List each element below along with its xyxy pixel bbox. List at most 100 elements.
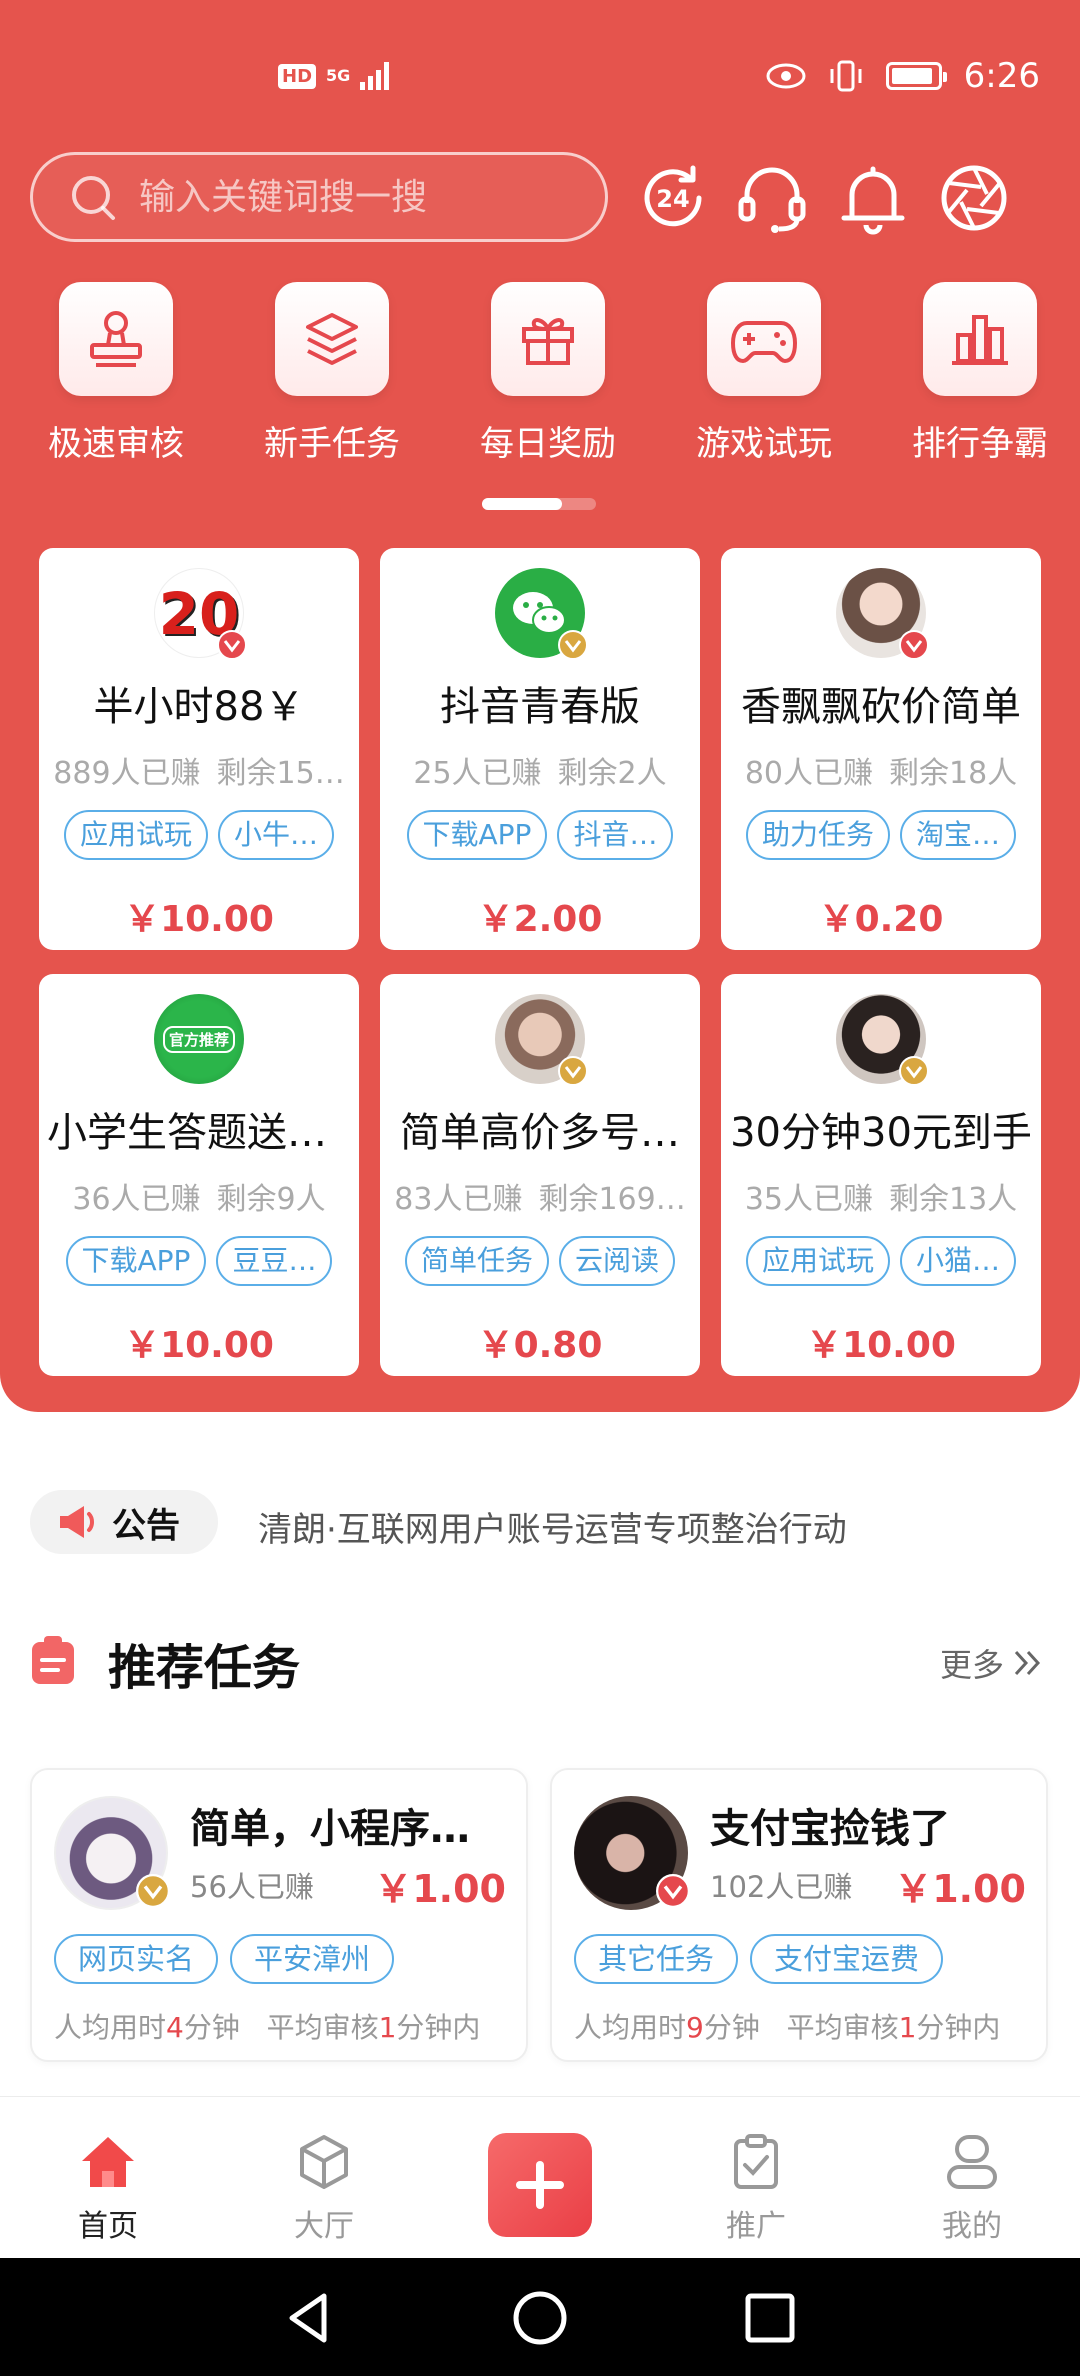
task-stats: 889人已赚 剩余15… [53, 756, 345, 791]
category-label: 排行争霸 [912, 424, 1048, 464]
tag: 应用试玩 [63, 810, 208, 860]
eye-icon [766, 63, 806, 89]
gamepad-icon [707, 282, 821, 396]
task-price: ￥0.80 [477, 1325, 603, 1366]
tag: 下载APP [65, 1236, 207, 1286]
task-title: 半小时88￥ [93, 684, 305, 730]
official-recommend-icon: 官方推荐 [154, 994, 244, 1084]
task-card[interactable]: 官方推荐 小学生答题送5… 36人已赚 剩余9人 下载APP 豆豆… ￥10.00 [39, 974, 359, 1376]
task-tags: 应用试玩 小牛… [39, 810, 359, 860]
task-tags: 下载APP 抖音… [380, 810, 700, 860]
tab-label: 大厅 [294, 2209, 354, 2244]
status-bar-left: HD 5G [278, 48, 390, 104]
task-tags: 简单任务 云阅读 [380, 1236, 700, 1286]
category-ranking[interactable]: 排行争霸 [905, 282, 1055, 465]
bar-chart-icon [923, 282, 1037, 396]
verified-badge-icon [558, 1056, 588, 1086]
task-price: ￥1.00 [894, 1867, 1026, 1911]
task-title: 支付宝捡钱了 [710, 1806, 950, 1852]
tag: 简单任务 [404, 1236, 549, 1286]
plus-icon [516, 2161, 564, 2209]
layers-icon [275, 282, 389, 396]
category-fast-review[interactable]: 极速审核 [41, 282, 191, 465]
section-title: 推荐任务 [108, 1640, 301, 1696]
verified-badge-icon [656, 1874, 690, 1908]
category-game-trial[interactable]: 游戏试玩 [689, 282, 839, 465]
task-timing: 人均用时4分钟 平均审核1分钟内 [54, 2011, 481, 2044]
user-icon [947, 2135, 997, 2189]
task-tags: 助力任务 淘宝… [721, 810, 1041, 860]
task-card[interactable]: 30分钟30元到手 35人已赚 剩余13人 应用试玩 小猫… ￥10.00 [721, 974, 1041, 1376]
category-daily-reward[interactable]: 每日奖励 [473, 282, 623, 465]
category-label: 游戏试玩 [696, 424, 832, 464]
headset-icon[interactable] [732, 158, 812, 238]
announcement-text[interactable]: 清朗·互联网用户账号运营专项整治行动 [258, 1502, 847, 1551]
task-card[interactable]: 抖音青春版 25人已赚 剩余2人 下载APP 抖音… ￥2.00 [380, 548, 700, 950]
network-type: 5G [326, 66, 351, 85]
bottom-tab-bar: 首页 大厅 推广 我的 [0, 2096, 1080, 2256]
task-card[interactable]: 香飘飘砍价简单 80人已赚 剩余18人 助力任务 淘宝… ￥0.20 [721, 548, 1041, 950]
task-card[interactable]: 简单高价多号… 83人已赚 剩余169… 简单任务 云阅读 ￥0.80 [380, 974, 700, 1376]
recents-icon[interactable] [740, 2288, 800, 2348]
tag: 平安漳州 [230, 1934, 395, 1984]
clock: 6:26 [963, 56, 1040, 96]
task-stats: 83人已赚 剩余169… [394, 1182, 686, 1217]
category-newbie-tasks[interactable]: 新手任务 [257, 282, 407, 465]
home-icon [82, 2137, 134, 2187]
tab-label: 首页 [78, 2209, 138, 2244]
hd-indicator: HD [278, 63, 317, 89]
tag: 豆豆… [216, 1236, 333, 1286]
tag: 下载APP [406, 810, 548, 860]
shutter-icon[interactable] [934, 158, 1014, 238]
system-nav-bar [0, 2258, 1080, 2376]
vibrate-icon [830, 60, 862, 92]
task-earned: 56人已赚 [190, 1870, 314, 1904]
tag: 小猫… [900, 1236, 1017, 1286]
announcement-label: 公告 [112, 1505, 180, 1546]
refresh-24-icon[interactable]: 24 [633, 158, 713, 238]
task-title: 简单高价多号… [400, 1110, 680, 1156]
tab-label: 推广 [726, 2209, 786, 2244]
recommend-card[interactable]: 简单，小程序… 56人已赚 ￥1.00 网页实名 平安漳州 人均用时4分钟 平均… [30, 1768, 528, 2062]
tab-mine[interactable]: 我的 [912, 2133, 1032, 2245]
clipboard-icon [32, 1636, 74, 1684]
task-stats: 25人已赚 剩余2人 [413, 756, 667, 791]
tab-label: 我的 [942, 2209, 1002, 2244]
task-price: ￥0.20 [818, 899, 944, 940]
tab-home[interactable]: 首页 [48, 2133, 168, 2245]
recommend-card[interactable]: 支付宝捡钱了 102人已赚 ￥1.00 其它任务 支付宝运费 人均用时9分钟 平… [550, 1768, 1048, 2062]
task-timing: 人均用时9分钟 平均审核1分钟内 [574, 2011, 1001, 2044]
search-input[interactable] [139, 176, 569, 218]
double-chevron-right-icon [1014, 1650, 1041, 1676]
stamp-icon [59, 282, 173, 396]
task-price: ￥1.00 [374, 1867, 506, 1911]
tag: 助力任务 [745, 810, 890, 860]
verified-badge-icon [136, 1874, 170, 1908]
tag: 其它任务 [574, 1934, 739, 1984]
tab-promote[interactable]: 推广 [696, 2133, 816, 2245]
more-link[interactable]: 更多 [940, 1640, 1044, 1686]
tag: 支付宝运费 [750, 1934, 944, 1984]
back-icon[interactable] [280, 2288, 340, 2348]
task-price: ￥10.00 [124, 1325, 274, 1366]
tag: 云阅读 [559, 1236, 676, 1286]
verified-badge-icon [899, 1056, 929, 1086]
task-tags: 其它任务 支付宝运费 [574, 1934, 944, 1984]
task-stats: 80人已赚 剩余18人 [744, 756, 1018, 791]
search-bar[interactable] [30, 152, 608, 242]
task-price: ￥2.00 [477, 899, 603, 940]
task-card[interactable]: 20 半小时88￥ 889人已赚 剩余15… 应用试玩 小牛… ￥10.00 [39, 548, 359, 950]
bell-icon[interactable] [833, 158, 913, 238]
task-title: 香飘飘砍价简单 [741, 684, 1021, 730]
tab-hall[interactable]: 大厅 [264, 2133, 384, 2245]
task-price: ￥10.00 [806, 1325, 956, 1366]
task-title: 30分钟30元到手 [730, 1110, 1032, 1156]
category-label: 极速审核 [48, 424, 184, 464]
home-nav-icon[interactable] [510, 2288, 570, 2348]
status-bar-right: 6:26 [766, 48, 1040, 104]
megaphone-icon [60, 1506, 94, 1538]
announcement-badge[interactable]: 公告 [30, 1490, 218, 1554]
task-earned: 102人已赚 [710, 1870, 853, 1904]
add-task-button[interactable] [488, 2133, 592, 2237]
task-title: 小学生答题送5… [47, 1110, 351, 1156]
